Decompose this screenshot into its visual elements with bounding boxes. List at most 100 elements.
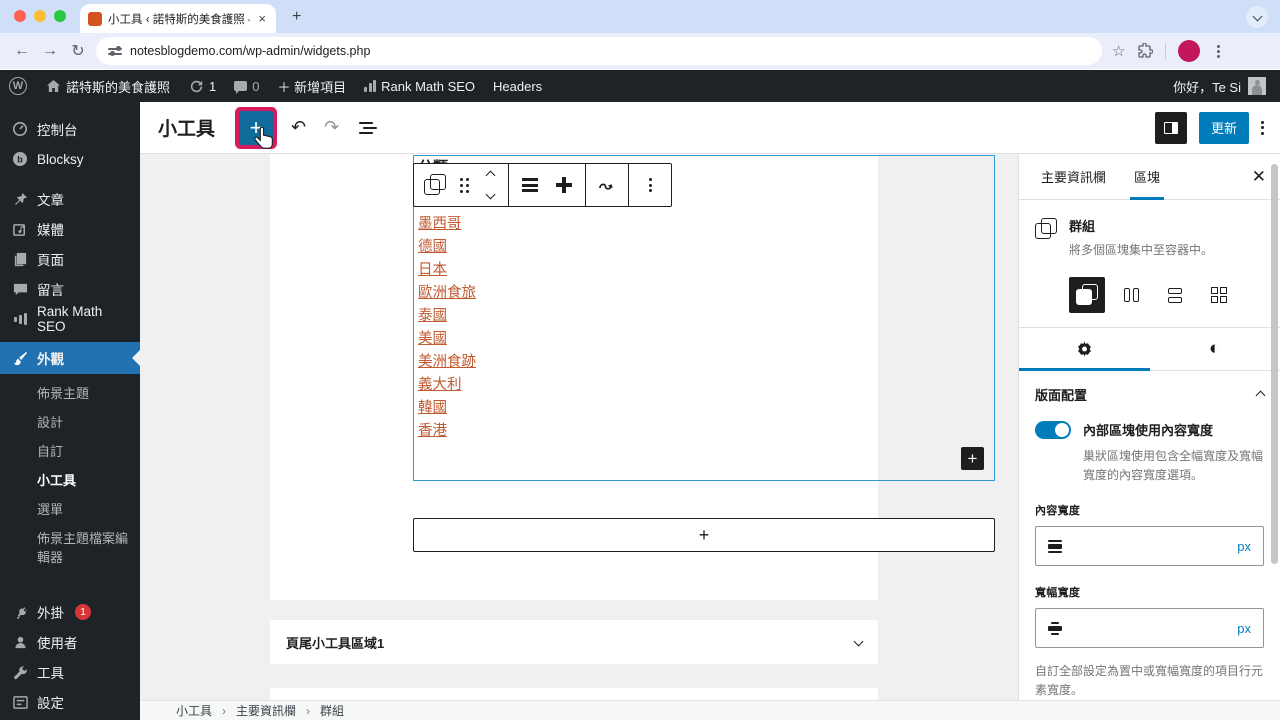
category-link[interactable]: 墨西哥 — [418, 213, 476, 236]
rank-math-menu[interactable]: Rank Math SEO — [355, 70, 484, 102]
category-link[interactable]: 泰國 — [418, 305, 476, 328]
close-icon[interactable]: ✕ — [1252, 167, 1266, 187]
sidebar-item-rank-math[interactable]: Rank Math SEO — [0, 304, 140, 334]
align-button[interactable] — [513, 164, 547, 206]
more-options-icon[interactable] — [1261, 118, 1264, 137]
sidebar-item-settings[interactable]: 設定 — [0, 687, 140, 717]
account-menu[interactable]: 你好，Te Si — [1173, 77, 1280, 96]
browser-menu-icon[interactable] — [1212, 43, 1224, 60]
unit-px[interactable]: px — [1237, 539, 1251, 554]
chevron-down-icon — [1252, 11, 1262, 22]
move-down-button[interactable] — [476, 185, 504, 205]
reload-button[interactable]: ↻ — [64, 41, 92, 61]
footer-widget-area-accordion[interactable]: 頁尾小工具區域1 — [270, 620, 878, 664]
sidebar-item-comments[interactable]: 留言 — [0, 274, 140, 304]
block-variations — [1019, 275, 1280, 327]
tab-search-button[interactable] — [1246, 6, 1268, 28]
category-link[interactable]: 香港 — [418, 420, 476, 443]
wrench-icon — [12, 664, 28, 680]
variation-group-button[interactable] — [1069, 277, 1105, 313]
breadcrumb-group[interactable]: 群組 — [320, 702, 344, 719]
profile-avatar[interactable] — [1178, 40, 1201, 62]
appearance-submenu: 佈景主題 設計 自訂 小工具 選單 佈景主題檔案編輯器 — [0, 374, 140, 579]
sidebar-item-media[interactable]: 媒體 — [0, 214, 140, 244]
category-link[interactable]: 美國 — [418, 328, 476, 351]
list-view-button[interactable] — [359, 121, 378, 134]
footer-area-label: 頁尾小工具區域1 — [286, 635, 385, 651]
block-inserter-button[interactable]: + — [239, 110, 274, 149]
add-block-appender-button[interactable]: + — [413, 518, 995, 552]
justify-button[interactable] — [547, 164, 581, 206]
layout-panel-header[interactable]: 版面配置 — [1035, 385, 1266, 404]
submenu-item-themes[interactable]: 佈景主題 — [0, 378, 140, 407]
breadcrumb-sidebar[interactable]: 主要資訊欄 — [236, 702, 296, 719]
extensions-icon[interactable] — [1137, 43, 1154, 59]
category-link[interactable]: 德國 — [418, 236, 476, 259]
variation-stack-button[interactable] — [1157, 277, 1193, 313]
update-button[interactable]: 更新 — [1198, 111, 1249, 144]
content-width-input[interactable]: px — [1035, 526, 1264, 567]
page-title: 小工具 — [158, 119, 216, 140]
forward-button[interactable]: → — [36, 42, 64, 60]
minimize-window-button[interactable] — [34, 10, 46, 22]
gear-icon — [1077, 340, 1091, 357]
content-width-toggle[interactable] — [1035, 420, 1071, 439]
drag-handle[interactable] — [452, 164, 476, 206]
category-link[interactable]: 歐洲食旅 — [418, 282, 476, 305]
wp-logo-menu[interactable]: W — [0, 70, 36, 102]
site-info-icon[interactable] — [108, 45, 122, 56]
updates-menu[interactable]: 1 — [179, 70, 225, 102]
scrollbar-thumb[interactable] — [1271, 164, 1278, 564]
headers-menu[interactable]: Headers — [484, 70, 551, 102]
tab-styles[interactable]: ◐ — [1150, 328, 1280, 370]
block-options-button[interactable] — [633, 164, 667, 206]
move-up-button[interactable] — [476, 165, 504, 185]
submenu-item-menus[interactable]: 選單 — [0, 494, 140, 523]
comments-menu[interactable]: 0 — [225, 70, 268, 102]
address-bar[interactable]: notesblogdemo.com/wp-admin/widgets.php — [96, 37, 1102, 65]
browser-tab[interactable]: 小工具 ‹ 諾特斯的美食護照 — V × — [80, 4, 276, 33]
tab-block[interactable]: 區塊 — [1120, 154, 1174, 200]
submenu-item-customize[interactable]: 自訂 — [0, 436, 140, 465]
unit-px[interactable]: px — [1237, 621, 1251, 636]
wide-width-input[interactable]: px — [1035, 608, 1264, 649]
site-name: 諾特斯的美食護照 — [66, 79, 171, 95]
close-window-button[interactable] — [14, 10, 26, 22]
category-link[interactable]: 義大利 — [418, 374, 476, 397]
bookmark-star-icon[interactable]: ☆ — [1112, 42, 1125, 60]
block-type-button[interactable] — [418, 164, 452, 206]
sidebar-item-appearance[interactable]: 外觀 — [0, 342, 140, 374]
move-to-widget-area-button[interactable] — [590, 164, 624, 206]
wp-admin-sidebar: 控制台 b Blocksy 文章 媒體 頁面 留言 Rank Math SEO … — [0, 102, 140, 720]
variation-row-button[interactable] — [1113, 277, 1149, 313]
inner-block-appender-button[interactable]: + — [961, 447, 984, 470]
submenu-item-design[interactable]: 設計 — [0, 407, 140, 436]
breadcrumb-widgets[interactable]: 小工具 — [176, 702, 212, 719]
sidebar-item-users[interactable]: 使用者 — [0, 627, 140, 657]
breadcrumb-separator: › — [222, 703, 227, 718]
sidebar-item-posts[interactable]: 文章 — [0, 184, 140, 214]
sidebar-item-label: Blocksy — [37, 151, 84, 167]
category-link[interactable]: 韓國 — [418, 397, 476, 420]
back-button[interactable]: ← — [8, 42, 36, 60]
tab-widget-area[interactable]: 主要資訊欄 — [1027, 154, 1120, 200]
undo-button[interactable]: ↶ — [291, 117, 306, 138]
sidebar-item-plugins[interactable]: 外掛 1 — [0, 597, 140, 627]
sidebar-item-blocksy[interactable]: b Blocksy — [0, 144, 140, 174]
sidebar-item-tools[interactable]: 工具 — [0, 657, 140, 687]
redo-button[interactable]: ↷ — [324, 117, 339, 138]
new-tab-button[interactable]: + — [292, 8, 301, 26]
variation-grid-button[interactable] — [1201, 277, 1237, 313]
submenu-item-theme-editor[interactable]: 佈景主題檔案編輯器 — [0, 523, 140, 571]
new-item-menu[interactable]: ＋ 新增項目 — [268, 70, 355, 102]
site-menu[interactable]: 諾特斯的美食護照 — [36, 70, 179, 102]
sidebar-item-pages[interactable]: 頁面 — [0, 244, 140, 274]
category-link[interactable]: 日本 — [418, 259, 476, 282]
zoom-window-button[interactable] — [54, 10, 66, 22]
tab-settings[interactable] — [1019, 328, 1150, 370]
submenu-item-widgets[interactable]: 小工具 — [0, 465, 140, 494]
tab-close-icon[interactable]: × — [256, 11, 268, 26]
sidebar-item-dashboard[interactable]: 控制台 — [0, 114, 140, 144]
category-link[interactable]: 美洲食跡 — [418, 351, 476, 374]
settings-sidebar-toggle-button[interactable] — [1154, 111, 1187, 144]
